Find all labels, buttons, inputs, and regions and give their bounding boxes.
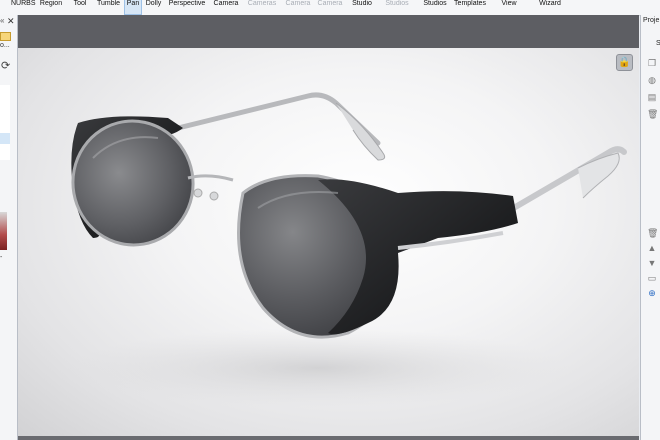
left-panel: « ✕ o... ⟳ - <box>0 15 18 440</box>
collapse-arrow-icon[interactable]: « <box>0 16 4 25</box>
ribbon-studios-dim[interactable]: Studios <box>383 0 411 15</box>
ribbon-studios[interactable]: Studios <box>421 0 449 15</box>
nose-pad-left <box>193 188 203 198</box>
thumbnail-caption: - <box>0 254 3 261</box>
ribbon-dolly[interactable]: Dolly <box>144 0 163 15</box>
globe-icon[interactable]: ◍ <box>647 75 657 85</box>
nose-pad-right <box>209 191 219 201</box>
close-icon[interactable]: ✕ <box>7 16 15 27</box>
ribbon-pan[interactable]: Pan <box>124 0 142 15</box>
ribbon-studio-label: Studio <box>352 0 372 7</box>
ribbon-tool-label: Tool <box>73 0 87 7</box>
ribbon-region-label: Region <box>39 0 63 7</box>
left-temple-tip <box>335 102 386 161</box>
viewport-header-bar <box>18 15 639 48</box>
folder-icon[interactable] <box>0 32 11 41</box>
projects-panel-header: Proje <box>643 17 660 24</box>
sunglasses-render <box>68 92 627 408</box>
ribbon-studios-dim-label: Studios <box>385 0 409 7</box>
file-list[interactable] <box>0 85 10 160</box>
ribbon-wizard-label: Wizard <box>539 0 561 7</box>
ribbon-toolbar: NURBS Region Tool Tumble Pan Dolly Persp… <box>0 0 660 16</box>
panel-section-label: S <box>656 40 660 47</box>
ribbon-camera-3[interactable]: Camera <box>316 0 344 15</box>
ribbon-nurbs-label: NURBS <box>11 0 36 7</box>
trash-icon[interactable]: 🗑 <box>647 109 658 119</box>
ribbon-nurbs[interactable]: NURBS <box>11 0 36 15</box>
move-up-icon[interactable]: ▲ <box>647 243 657 253</box>
ribbon-studios-label: Studios <box>423 0 447 7</box>
ribbon-view-label: View <box>501 0 517 7</box>
ribbon-perspective[interactable]: Perspective <box>167 0 207 15</box>
3d-viewport[interactable] <box>18 48 639 436</box>
move-down-icon[interactable]: ▼ <box>647 258 657 268</box>
ribbon-studio[interactable]: Studio <box>350 0 374 15</box>
right-temple-tip <box>577 152 620 199</box>
ribbon-tool[interactable]: Tool <box>71 0 89 15</box>
ribbon-perspective-label: Perspective <box>168 0 206 7</box>
viewport-footer-bar <box>18 436 639 440</box>
ribbon-camera-2-label: Camera <box>285 0 311 7</box>
ribbon-camera-label: Camera <box>213 0 239 7</box>
ribbon-pan-label: Pan <box>126 0 140 7</box>
selected-list-item[interactable] <box>0 133 10 144</box>
ribbon-wizard[interactable]: Wizard <box>536 0 564 15</box>
ribbon-tumble-label: Tumble <box>96 0 121 7</box>
ribbon-dolly-label: Dolly <box>145 0 162 7</box>
ribbon-camera[interactable]: Camera <box>212 0 240 15</box>
duplicate-icon[interactable]: ❐ <box>647 58 657 68</box>
ribbon-camera-3-label: Camera <box>317 0 343 7</box>
ribbon-templates-label: Templates <box>454 0 486 7</box>
ribbon-cameras[interactable]: Cameras <box>246 0 278 15</box>
target-icon[interactable]: ⊕ <box>647 288 657 298</box>
bridge <box>187 174 234 182</box>
floor-shadow <box>68 328 568 408</box>
folder-label: o... <box>0 42 10 49</box>
layers-icon[interactable]: ▤ <box>647 92 657 102</box>
trash-icon-2[interactable]: 🗑 <box>647 228 658 238</box>
refresh-icon[interactable]: ⟳ <box>1 60 13 72</box>
ribbon-tumble[interactable]: Tumble <box>95 0 122 15</box>
ribbon-cameras-label: Cameras <box>247 0 277 7</box>
ribbon-templates[interactable]: Templates <box>451 0 489 15</box>
thumbnail-image[interactable] <box>0 212 7 250</box>
right-panel: Proje S ❐ ◍ ▤ 🗑 🗑 ▲ ▼ ▭ ⊕ <box>640 15 660 440</box>
ribbon-region[interactable]: Region <box>38 0 64 15</box>
ribbon-view[interactable]: View <box>498 0 520 15</box>
camera-lock-icon[interactable]: 🔒 <box>616 54 633 71</box>
folder-icon-right[interactable]: ▭ <box>647 273 657 283</box>
ribbon-camera-2[interactable]: Camera <box>284 0 312 15</box>
